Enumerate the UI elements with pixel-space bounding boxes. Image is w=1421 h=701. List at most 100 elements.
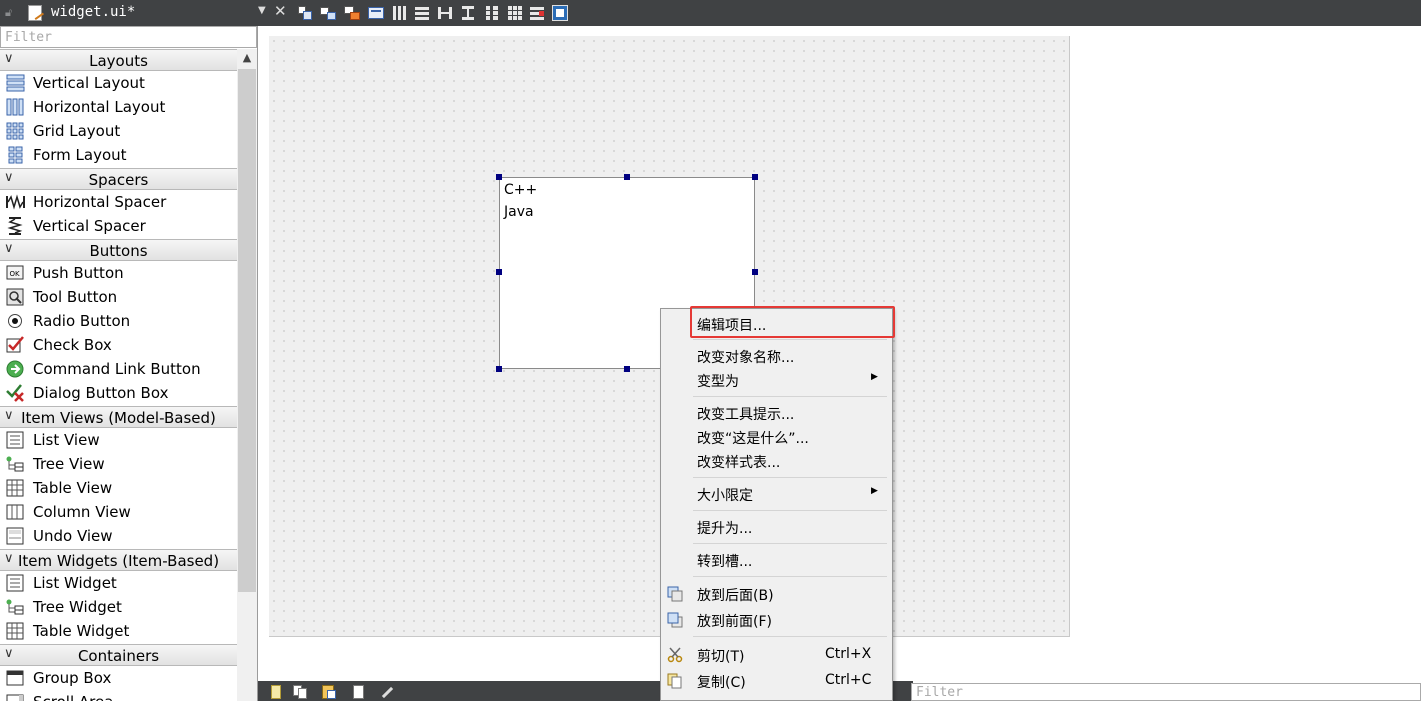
scrollbar-thumb[interactable] <box>238 69 256 592</box>
close-document-icon[interactable]: ✕ <box>274 2 287 20</box>
new-action-icon[interactable] <box>268 684 284 700</box>
widget-item-vertical-layout[interactable]: Vertical Layout <box>0 71 237 95</box>
adjust-size-icon[interactable] <box>552 5 568 21</box>
resize-handle[interactable] <box>624 366 630 372</box>
menu-item-size-constraints[interactable]: 大小限定 ▶ <box>661 482 892 506</box>
widget-item-label: Column View <box>33 503 131 521</box>
menu-item-bring-to-front[interactable]: 放到前面(F) <box>661 608 892 632</box>
layout-form-icon[interactable] <box>484 5 500 21</box>
category-spacers[interactable]: ∨ Spacers <box>0 168 237 190</box>
edit-signals-slots-icon[interactable] <box>320 5 336 21</box>
widget-item-column-view[interactable]: Column View <box>0 500 237 524</box>
paste-action-icon[interactable] <box>321 684 337 700</box>
menu-item-promote-to[interactable]: 提升为... <box>661 515 892 539</box>
break-layout-icon[interactable] <box>529 5 545 21</box>
category-buttons[interactable]: ∨ Buttons <box>0 239 237 261</box>
list-item[interactable]: Java <box>504 204 534 220</box>
layout-grid-icon[interactable] <box>507 5 523 21</box>
document-tab-title[interactable]: widget.ui* <box>51 4 135 20</box>
widget-item-label: Table View <box>33 479 113 497</box>
category-label: Item Views (Model-Based) <box>21 409 216 427</box>
category-item-widgets[interactable]: ∨ Item Widgets (Item-Based) <box>0 549 237 571</box>
bottom-filter-field[interactable] <box>911 683 1421 701</box>
menu-separator <box>693 477 887 478</box>
widget-item-label: Push Button <box>33 264 124 282</box>
category-label: Layouts <box>89 52 148 70</box>
widget-item-label: Horizontal Layout <box>33 98 166 116</box>
menu-item-change-whats-this[interactable]: 改变“这是什么”... <box>661 425 892 449</box>
configure-icon[interactable] <box>379 684 395 700</box>
widget-item-vertical-spacer[interactable]: Vertical Spacer <box>0 214 237 238</box>
copy-action-icon[interactable] <box>292 684 308 700</box>
widget-item-scroll-area[interactable]: Scroll Area <box>0 690 237 701</box>
layout-vertical-icon[interactable] <box>414 5 430 21</box>
category-containers[interactable]: ∨ Containers <box>0 644 237 666</box>
widget-item-horizontal-spacer[interactable]: Horizontal Spacer <box>0 190 237 214</box>
widget-item-list-widget[interactable]: List Widget <box>0 571 237 595</box>
list-item[interactable]: C++ <box>504 182 537 198</box>
widget-item-label: Group Box <box>33 669 112 687</box>
list-view-icon <box>6 431 25 449</box>
scroll-up-arrow-icon[interactable]: ▲ <box>237 51 257 67</box>
resize-handle[interactable] <box>752 174 758 180</box>
bottom-filter-input[interactable] <box>912 684 1420 701</box>
category-layouts[interactable]: ∨ Layouts <box>0 49 237 71</box>
command-link-icon <box>6 360 25 378</box>
widget-item-tool-button[interactable]: Tool Button <box>0 285 237 309</box>
open-documents-dropdown-icon[interactable]: ▼ <box>258 5 266 16</box>
widget-item-form-layout[interactable]: Form Layout <box>0 143 237 167</box>
widget-item-undo-view[interactable]: Undo View <box>0 524 237 548</box>
resize-handle[interactable] <box>496 269 502 275</box>
layout-horizontal-icon[interactable] <box>392 5 408 21</box>
widget-item-tree-view[interactable]: Tree View <box>0 452 237 476</box>
widget-item-command-link-button[interactable]: Command Link Button <box>0 357 237 381</box>
menu-item-label: 改变样式表... <box>697 455 781 471</box>
vertical-spacer-icon <box>6 217 25 235</box>
menu-item-label: 改变对象名称... <box>697 350 795 366</box>
widget-item-list-view[interactable]: List View <box>0 428 237 452</box>
grid-layout-icon <box>6 122 25 140</box>
undo-view-icon <box>6 527 25 545</box>
copy-icon <box>667 673 683 689</box>
widget-item-push-button[interactable]: OK Push Button <box>0 261 237 285</box>
resize-handle[interactable] <box>496 366 502 372</box>
menu-item-go-to-slot[interactable]: 转到槽... <box>661 548 892 572</box>
delete-action-icon[interactable] <box>351 684 367 700</box>
edit-tab-order-icon[interactable] <box>368 5 384 21</box>
edit-widgets-icon[interactable] <box>297 5 313 21</box>
menu-item-change-tooltip[interactable]: 改变工具提示... <box>661 401 892 425</box>
widget-item-table-view[interactable]: Table View <box>0 476 237 500</box>
resize-handle[interactable] <box>496 174 502 180</box>
widget-item-table-widget[interactable]: Table Widget <box>0 619 237 643</box>
resize-handle[interactable] <box>752 269 758 275</box>
menu-item-send-to-back[interactable]: 放到后面(B) <box>661 582 892 606</box>
widget-filter-field[interactable] <box>0 26 257 48</box>
widget-box-scrollbar[interactable]: ▲ <box>237 49 257 701</box>
category-label: Item Widgets (Item-Based) <box>17 552 220 570</box>
widget-item-group-box[interactable]: Group Box <box>0 666 237 690</box>
menu-item-change-object-name[interactable]: 改变对象名称... <box>661 344 892 368</box>
widget-filter-input[interactable] <box>1 27 256 47</box>
category-item-views[interactable]: ∨ Item Views (Model-Based) <box>0 406 237 428</box>
widget-item-dialog-button-box[interactable]: Dialog Button Box <box>0 381 237 405</box>
layout-vertical-splitter-icon[interactable] <box>460 5 476 21</box>
menu-item-cut[interactable]: 剪切(T) Ctrl+X <box>661 643 892 667</box>
ui-file-icon <box>28 5 42 21</box>
widget-item-check-box[interactable]: Check Box <box>0 333 237 357</box>
edit-buddies-icon[interactable] <box>344 5 360 21</box>
resize-handle[interactable] <box>624 174 630 180</box>
menu-item-change-stylesheet[interactable]: 改变样式表... <box>661 449 892 473</box>
menu-item-copy[interactable]: 复制(C) Ctrl+C <box>661 669 892 693</box>
widget-item-grid-layout[interactable]: Grid Layout <box>0 119 237 143</box>
widget-item-tree-widget[interactable]: Tree Widget <box>0 595 237 619</box>
layout-horizontal-splitter-icon[interactable] <box>437 5 453 21</box>
menu-item-morph-into[interactable]: 变型为 ▶ <box>661 368 892 392</box>
widget-item-radio-button[interactable]: Radio Button <box>0 309 237 333</box>
menu-item-shortcut: Ctrl+C <box>825 672 872 688</box>
radio-button-icon <box>6 312 25 330</box>
svg-text:OK: OK <box>10 270 21 278</box>
menu-item-label: 改变“这是什么”... <box>697 431 809 447</box>
widget-item-horizontal-layout[interactable]: Horizontal Layout <box>0 95 237 119</box>
column-view-icon <box>6 503 25 521</box>
menu-separator <box>693 339 887 340</box>
